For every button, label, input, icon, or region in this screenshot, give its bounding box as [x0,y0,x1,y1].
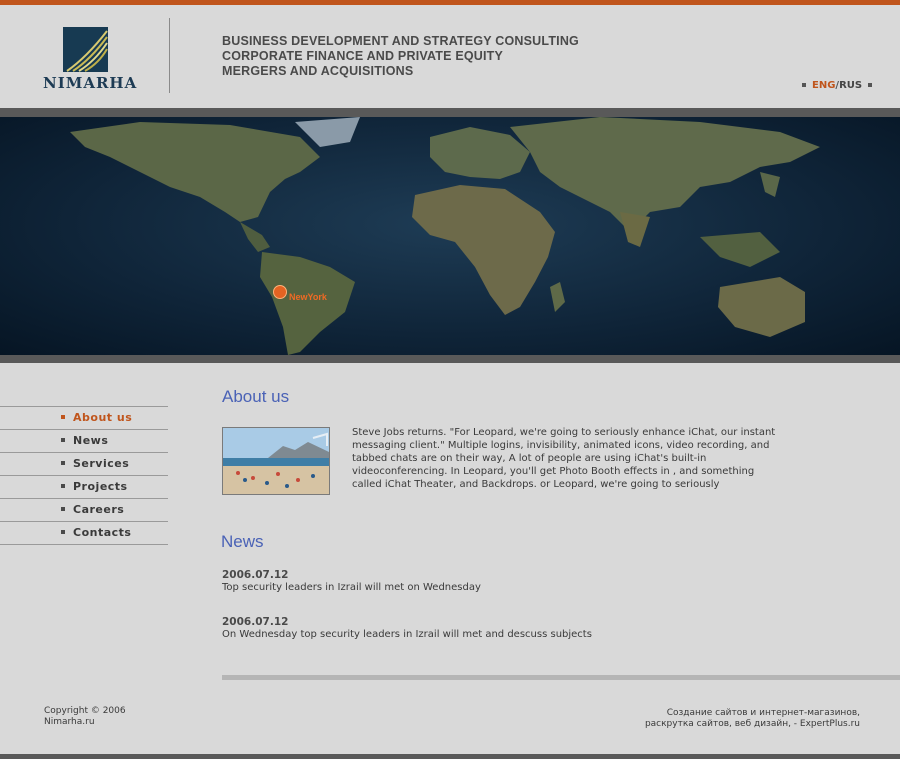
beach-photo [222,427,330,495]
copyright-line: Copyright © 2006 [44,706,126,716]
map-border [0,108,900,117]
nav-item-contacts[interactable]: Contacts [0,521,168,545]
nav-item-services[interactable]: Services [0,452,168,475]
lang-rus-link[interactable]: RUS [839,80,862,91]
content-divider [222,675,900,680]
square-bullet-icon [61,530,65,534]
tagline: CORPORATE FINANCE AND PRIVATE EQUITY [222,49,504,63]
square-bullet-icon [61,415,65,419]
header-divider [169,18,170,93]
tagline: BUSINESS DEVELOPMENT AND STRATEGY CONSUL… [222,34,579,48]
copyright: Copyright © 2006 Nimarha.ru [44,706,126,728]
taglines: BUSINESS DEVELOPMENT AND STRATEGY CONSUL… [222,34,579,79]
square-bullet-icon [868,83,873,87]
about-text: Steve Jobs returns. "For Leopard, we're … [352,427,776,490]
sidebar-nav: About us News Services Projects Careers … [0,406,168,545]
news-item[interactable]: 2006.07.12 On Wednesday top security lea… [222,616,592,640]
location-label[interactable]: NewYork [289,292,327,302]
developer-credits: Создание сайтов и интернет-магазинов, ра… [645,708,860,730]
nav-item-label: Services [73,457,130,470]
square-bullet-icon [61,438,65,442]
square-bullet-icon [61,484,65,488]
world-map: NewYork [0,117,900,355]
nav-item-news[interactable]: News [0,429,168,452]
news-link[interactable]: On Wednesday top security leaders in Izr… [222,629,592,640]
nav-item-label: About us [73,411,133,424]
header: NIMARHA BUSINESS DEVELOPMENT AND STRATEG… [0,5,900,108]
news-date: 2006.07.12 [222,616,289,628]
credits-link[interactable]: раскрутка сайтов, веб дизайн, - ExpertPl… [645,719,860,730]
tagline: MERGERS AND ACQUISITIONS [222,64,414,78]
map-border [0,355,900,363]
about-title: About us [222,387,290,406]
square-bullet-icon [802,83,806,87]
nav-item-label: Contacts [73,526,132,539]
square-bullet-icon [61,461,65,465]
nav-item-careers[interactable]: Careers [0,498,168,521]
nav-item-label: News [73,434,109,447]
language-switcher: ENG/RUS [796,80,878,91]
nav-item-projects[interactable]: Projects [0,475,168,498]
copyright-site-link[interactable]: Nimarha.ru [44,717,126,728]
nav-item-about-us[interactable]: About us [0,406,168,429]
credits-line: Создание сайтов и интернет-магазинов, [666,708,860,718]
logo-icon[interactable] [63,27,108,72]
nav-item-label: Careers [73,503,125,516]
bottom-bar [0,754,900,759]
news-link[interactable]: Top security leaders in Izrail will met … [222,582,481,593]
news-title: News [221,532,264,551]
news-date: 2006.07.12 [222,569,289,581]
nav-item-label: Projects [73,480,128,493]
news-item[interactable]: 2006.07.12 Top security leaders in Izrai… [222,569,481,593]
lang-eng-link[interactable]: ENG [812,80,835,91]
location-marker-icon[interactable] [273,285,287,299]
square-bullet-icon [61,507,65,511]
brand-name[interactable]: NIMARHA [43,74,137,92]
